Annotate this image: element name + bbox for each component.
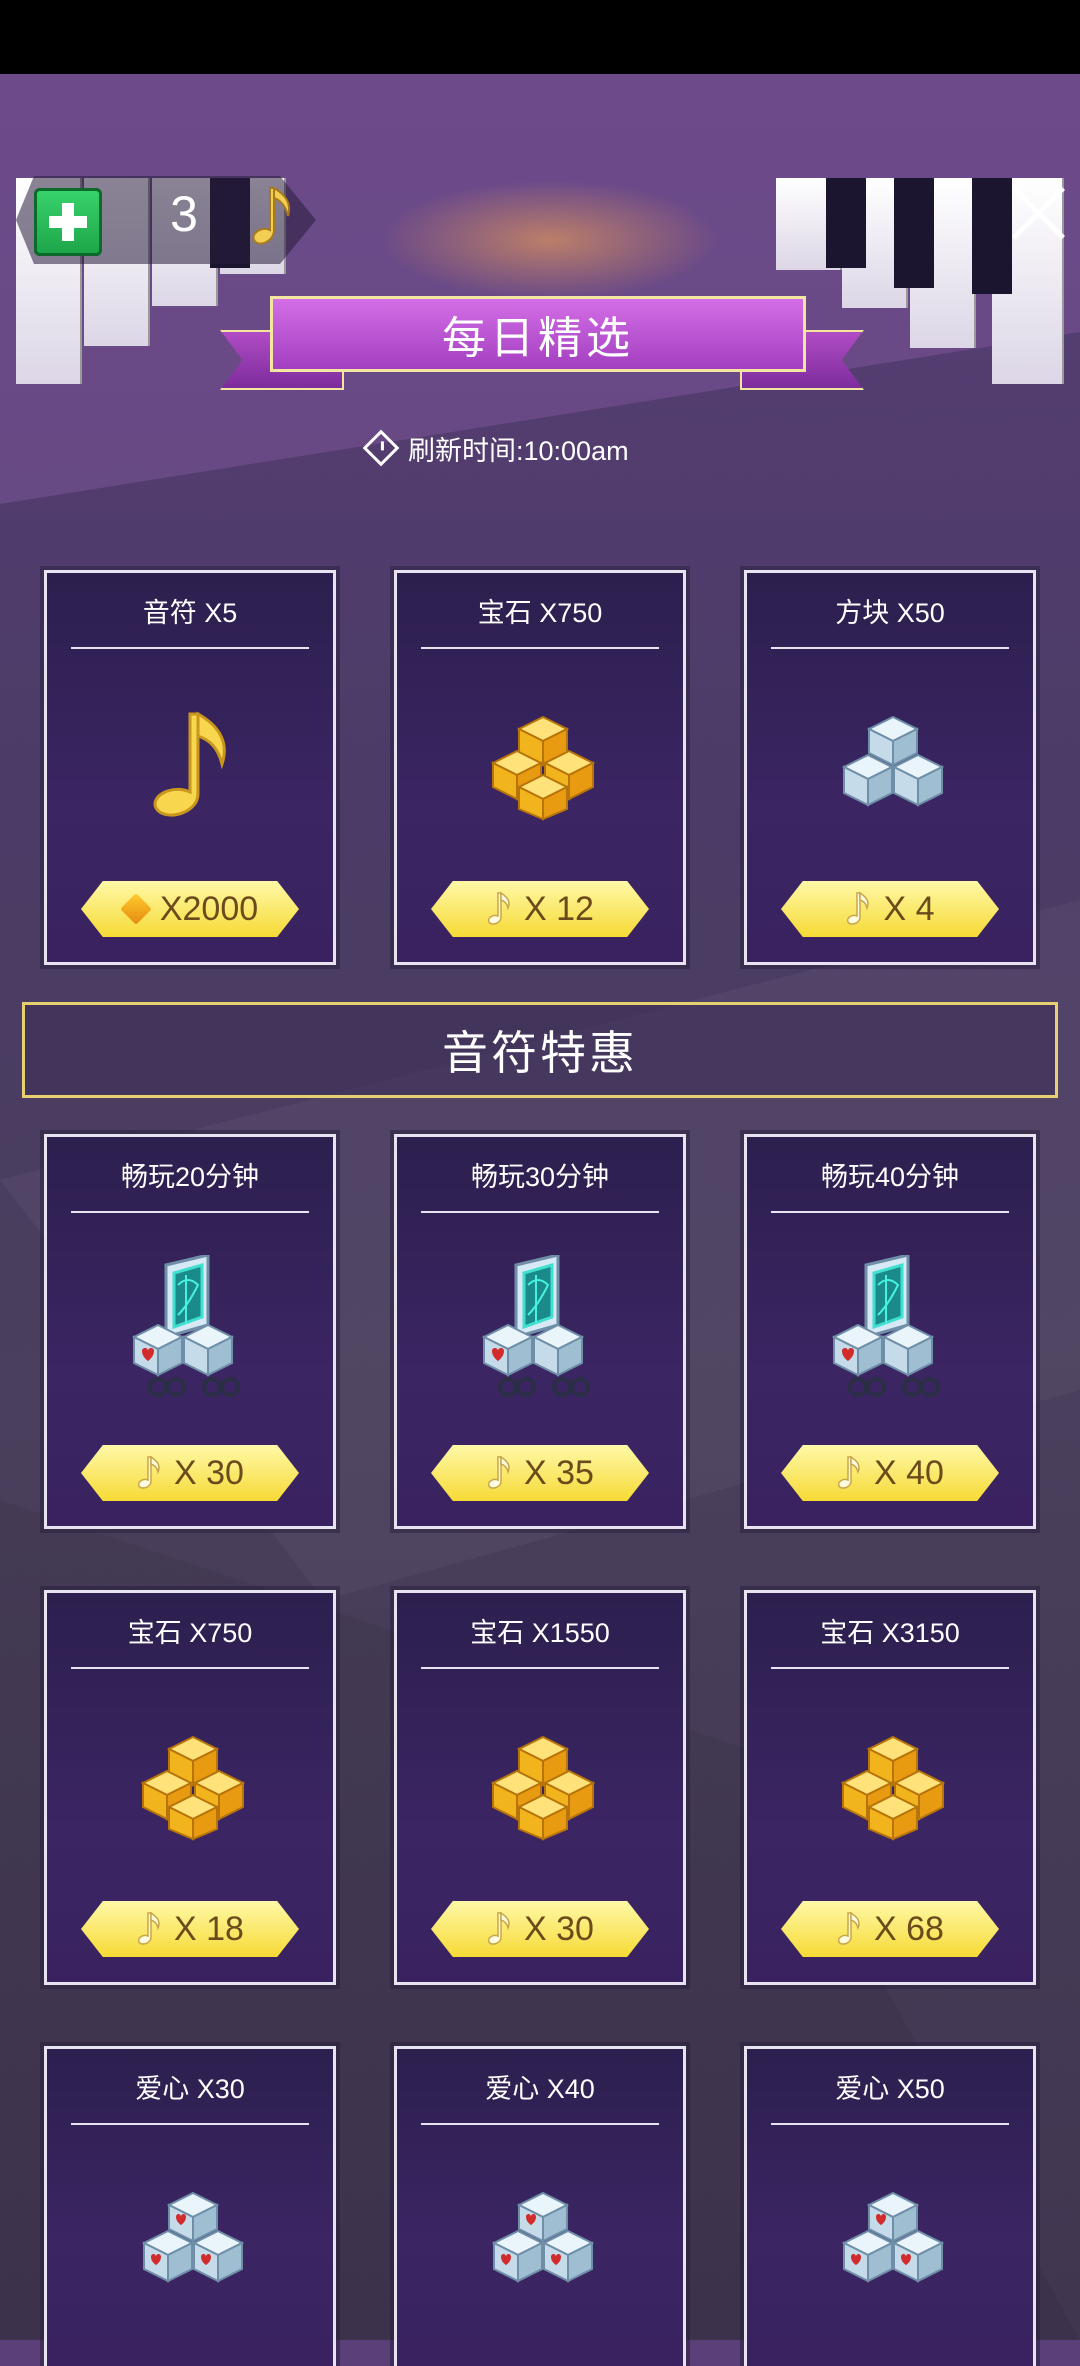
- card-title: 畅玩40分钟: [820, 1162, 960, 1192]
- price-label: X 40: [874, 1453, 944, 1492]
- price-button[interactable]: X 4: [781, 881, 999, 937]
- heart-cubes-icon: [93, 2167, 293, 2317]
- shop-card[interactable]: 畅玩20分钟 X 30: [44, 1134, 336, 1529]
- price-button[interactable]: X 30: [431, 1901, 649, 1957]
- gold-gems-icon: [443, 1711, 643, 1861]
- price-label: X 30: [174, 1453, 244, 1492]
- card-title: 音符 X5: [142, 598, 238, 628]
- card-title: 畅玩20分钟: [120, 1162, 260, 1192]
- price-button[interactable]: X 30: [81, 1445, 299, 1501]
- card-title: 宝石 X750: [477, 598, 603, 628]
- piano-key-black: [826, 178, 866, 268]
- shop-card[interactable]: 宝石 X1550 X 30: [394, 1590, 686, 1985]
- price-button[interactable]: X2000: [81, 881, 299, 937]
- card-title: 宝石 X3150: [820, 1618, 960, 1648]
- divider: [421, 2123, 659, 2125]
- card-title: 畅玩30分钟: [470, 1162, 610, 1192]
- section-banner: 音符特惠: [22, 1002, 1058, 1098]
- shop-card[interactable]: 宝石 X3150 X 68: [744, 1590, 1036, 1985]
- note-icon: [487, 1455, 510, 1489]
- divider: [421, 1211, 659, 1213]
- shop-card[interactable]: 畅玩30分钟 X 35: [394, 1134, 686, 1529]
- price-label: X 12: [524, 889, 594, 928]
- divider: [71, 2123, 309, 2125]
- shop-card[interactable]: 畅玩40分钟 X 40: [744, 1134, 1036, 1529]
- price-button[interactable]: X 18: [81, 1901, 299, 1957]
- card-title: 方块 X50: [835, 598, 945, 628]
- divider: [771, 1211, 1009, 1213]
- refresh-time-text: 刷新时间:10:00am: [408, 435, 629, 466]
- shop-card[interactable]: 方块 X50 X 4: [744, 570, 1036, 965]
- divider: [421, 1667, 659, 1669]
- clock-icon: [362, 429, 400, 467]
- cube-machine-icon: [443, 1255, 643, 1405]
- cube-machine-icon: [793, 1255, 993, 1405]
- divider: [771, 647, 1009, 649]
- price-label: X 4: [883, 889, 935, 928]
- card-title: 宝石 X1550: [470, 1618, 610, 1648]
- sparkle-glow: [380, 180, 720, 300]
- note-icon: [847, 891, 870, 925]
- close-button[interactable]: [1010, 184, 1068, 242]
- shop-card[interactable]: 宝石 X750 X 12: [394, 570, 686, 965]
- shop-card[interactable]: 爱心 X50: [744, 2046, 1036, 2366]
- note-icon: [137, 1455, 160, 1489]
- status-bar: [0, 0, 1080, 74]
- note-icon: [248, 182, 298, 257]
- divider: [71, 647, 309, 649]
- page-title: 每日精选: [270, 296, 806, 372]
- title-ribbon: 每日精选: [220, 296, 864, 396]
- piano-key-black: [894, 178, 934, 288]
- blue-cubes-icon: [793, 691, 993, 841]
- gold-gems-icon: [443, 691, 643, 841]
- piano-key-black: [972, 178, 1012, 294]
- note-icon: [837, 1455, 860, 1489]
- note-icon: [837, 1911, 860, 1945]
- add-currency-button[interactable]: [34, 188, 102, 256]
- price-label: X 30: [524, 1909, 594, 1948]
- price-button[interactable]: X 12: [431, 881, 649, 937]
- price-label: X 18: [174, 1909, 244, 1948]
- divider: [71, 1211, 309, 1213]
- shop-card[interactable]: 爱心 X30: [44, 2046, 336, 2366]
- price-label: X2000: [159, 889, 259, 928]
- card-title: 宝石 X750: [127, 1618, 253, 1648]
- card-title: 爱心 X30: [135, 2074, 245, 2104]
- price-button[interactable]: X 35: [431, 1445, 649, 1501]
- card-title: 爱心 X50: [835, 2074, 945, 2104]
- refresh-time: 刷新时间:10:00am: [362, 428, 629, 468]
- cube-machine-icon: [93, 1255, 293, 1405]
- divider: [771, 1667, 1009, 1669]
- price-button[interactable]: X 68: [781, 1901, 999, 1957]
- gold-note-icon: [93, 691, 293, 841]
- heart-cubes-icon: [443, 2167, 643, 2317]
- shop-card[interactable]: 音符 X5 X2000: [44, 570, 336, 965]
- price-label: X 68: [874, 1909, 944, 1948]
- shop-card[interactable]: 宝石 X750 X 18: [44, 1590, 336, 1985]
- gold-gems-icon: [93, 1711, 293, 1861]
- shop-card[interactable]: 爱心 X40: [394, 2046, 686, 2366]
- price-label: X 35: [524, 1453, 594, 1492]
- card-title: 爱心 X40: [485, 2074, 595, 2104]
- note-icon: [137, 1911, 160, 1945]
- price-button[interactable]: X 40: [781, 1445, 999, 1501]
- divider: [71, 1667, 309, 1669]
- note-count: 3: [170, 186, 198, 242]
- divider: [771, 2123, 1009, 2125]
- heart-cubes-icon: [793, 2167, 993, 2317]
- divider: [421, 647, 659, 649]
- gold-gems-icon: [793, 1711, 993, 1861]
- note-icon: [487, 891, 510, 925]
- note-icon: [487, 1911, 510, 1945]
- gem-icon: [119, 893, 152, 925]
